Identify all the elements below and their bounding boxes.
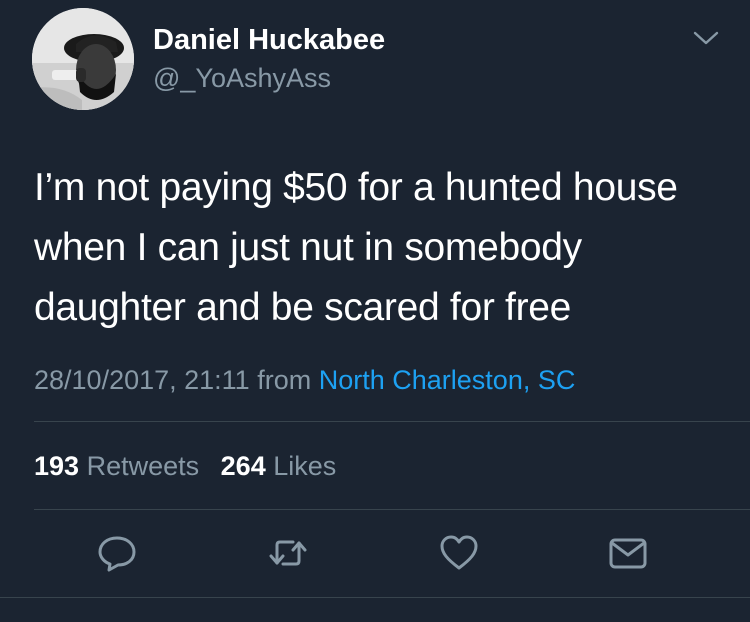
- from-label: from: [257, 365, 312, 395]
- heart-icon[interactable]: [439, 533, 479, 573]
- retweets-stat[interactable]: 193 Retweets: [34, 451, 199, 481]
- envelope-icon[interactable]: [608, 533, 648, 573]
- tweet-stats: 193 Retweets 264 Likes: [34, 450, 350, 482]
- likes-label: Likes: [273, 451, 337, 481]
- retweets-label: Retweets: [86, 451, 200, 481]
- reply-icon[interactable]: [97, 533, 137, 573]
- timestamp[interactable]: 28/10/2017, 21:11: [34, 365, 250, 395]
- avatar[interactable]: [32, 8, 134, 110]
- tweet-text-line: I’m not paying $50 for a hunted house: [34, 166, 678, 209]
- likes-count: 264: [220, 451, 266, 481]
- tweet-text-line: when I can just nut in somebody: [34, 226, 582, 269]
- retweet-icon[interactable]: [268, 533, 308, 573]
- user-handle[interactable]: @_YoAshyAss: [153, 62, 331, 94]
- location-link[interactable]: North Charleston, SC: [319, 365, 576, 395]
- divider: [34, 421, 750, 422]
- chevron-down-icon[interactable]: [691, 27, 721, 49]
- retweets-count: 193: [34, 451, 80, 481]
- avatar-photo: [32, 8, 134, 110]
- tweet-text-line: daughter and be scared for free: [34, 286, 572, 329]
- tweet-card: Daniel Huckabee @_YoAshyAss I’m not payi…: [0, 0, 750, 622]
- tweet-meta: 28/10/2017, 21:11 from North Charleston,…: [34, 364, 575, 396]
- divider: [34, 509, 750, 510]
- likes-stat[interactable]: 264 Likes: [221, 451, 337, 481]
- divider: [0, 597, 750, 598]
- display-name[interactable]: Daniel Huckabee: [153, 23, 385, 57]
- tweet-text: I’m not paying $50 for a hunted house wh…: [34, 158, 734, 338]
